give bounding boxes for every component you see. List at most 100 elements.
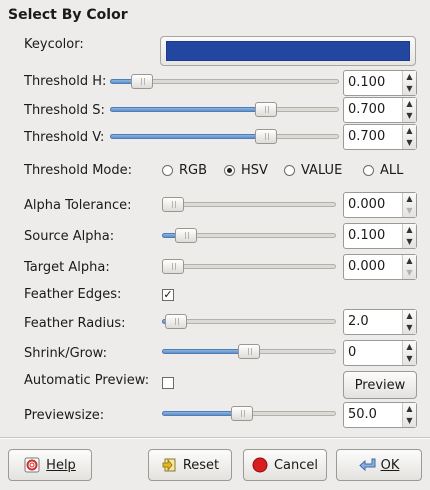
chevron-down-icon: ▼ (406, 268, 413, 277)
ok-button-label: OK (380, 457, 400, 473)
threshold-s-label: Threshold S: (24, 103, 105, 118)
slider-thumb[interactable] (175, 228, 197, 243)
slider-thumb[interactable] (255, 129, 277, 144)
chevron-down-icon[interactable]: ▼ (405, 237, 414, 247)
radio-label: VALUE (301, 163, 343, 178)
chevron-up-icon[interactable]: ▲ (405, 256, 414, 266)
slider-fill (110, 107, 266, 112)
alpha-tolerance-label: Alpha Tolerance: (24, 198, 132, 213)
slider-thumb[interactable] (162, 259, 184, 274)
chevron-up-icon[interactable]: ▲ (405, 342, 414, 352)
slider-thumb[interactable] (131, 74, 153, 89)
keycolor-swatch (166, 41, 410, 61)
chevron-up-icon[interactable]: ▲ (405, 99, 414, 109)
spinbox-value[interactable]: 2.0 (348, 314, 369, 329)
alpha-tolerance-spinbox[interactable]: 0.000 ▲ ▼ (343, 192, 417, 218)
spinbox-value[interactable]: 0 (348, 345, 356, 360)
threshold-h-slider[interactable] (110, 70, 339, 96)
shrink-grow-slider[interactable] (162, 340, 336, 366)
separator (0, 437, 430, 439)
automatic-preview-checkbox[interactable] (162, 377, 174, 389)
slider-fill (110, 134, 266, 139)
reset-icon (161, 457, 177, 473)
chevron-down-icon[interactable]: ▼ (405, 416, 414, 426)
spinbox-value[interactable]: 0.100 (348, 228, 385, 243)
radio-label: RGB (179, 163, 208, 178)
shrink-grow-spinbox[interactable]: 0 ▲ ▼ (343, 340, 417, 366)
spinbox-value[interactable]: 0.700 (348, 129, 385, 144)
feather-radius-label: Feather Radius: (24, 316, 126, 331)
slider-trough (162, 264, 336, 269)
target-alpha-label: Target Alpha: (24, 260, 110, 275)
cancel-icon (252, 457, 268, 473)
target-alpha-slider[interactable] (162, 255, 336, 281)
chevron-down-icon[interactable]: ▼ (405, 323, 414, 333)
threshold-mode-label: Threshold Mode: (24, 163, 132, 178)
threshold-h-label: Threshold H: (24, 74, 107, 89)
slider-fill (162, 411, 242, 416)
reset-button[interactable]: Reset (148, 449, 232, 481)
reset-button-label: Reset (182, 457, 220, 473)
previewsize-label: Previewsize: (24, 408, 105, 423)
preview-button[interactable]: Preview (343, 371, 417, 399)
source-alpha-slider[interactable] (162, 224, 336, 250)
radio-dot-icon[interactable] (224, 165, 235, 176)
radio-rgb[interactable]: RGB (162, 163, 207, 178)
slider-thumb[interactable] (162, 197, 184, 212)
shrink-grow-label: Shrink/Grow: (24, 346, 107, 361)
chevron-up-icon[interactable]: ▲ (405, 311, 414, 321)
threshold-h-spinbox[interactable]: 0.100 ▲ ▼ (343, 70, 417, 96)
threshold-v-spinbox[interactable]: 0.700 ▲ ▼ (343, 124, 417, 150)
spinbox-value[interactable]: 0.000 (348, 259, 385, 274)
radio-hsv[interactable]: HSV (224, 163, 268, 178)
automatic-preview-label: Automatic Preview: (24, 373, 150, 388)
chevron-up-icon[interactable]: ▲ (405, 404, 414, 414)
chevron-up-icon[interactable]: ▲ (405, 72, 414, 82)
chevron-down-icon: ▼ (406, 206, 413, 215)
radio-all[interactable]: ALL (363, 163, 403, 178)
chevron-up-icon[interactable]: ▲ (405, 225, 414, 235)
threshold-s-slider[interactable] (110, 98, 339, 124)
keycolor-button[interactable] (160, 36, 416, 66)
radio-value[interactable]: VALUE (284, 163, 342, 178)
feather-edges-label: Feather Edges: (24, 287, 122, 302)
chevron-up-icon[interactable]: ▲ (405, 126, 414, 136)
alpha-tolerance-slider[interactable] (162, 193, 336, 219)
feather-radius-slider[interactable] (162, 310, 336, 336)
spinbox-value[interactable]: 0.100 (348, 75, 385, 90)
keycolor-label: Keycolor: (24, 37, 84, 52)
cancel-button[interactable]: Cancel (243, 449, 327, 481)
spinbox-value[interactable]: 0.000 (348, 197, 385, 212)
cancel-button-label: Cancel (273, 457, 319, 473)
slider-thumb[interactable] (255, 102, 277, 117)
source-alpha-spinbox[interactable]: 0.100 ▲ ▼ (343, 223, 417, 249)
radio-dot-icon[interactable] (284, 165, 295, 176)
chevron-down-icon[interactable]: ▼ (405, 138, 414, 148)
spinbox-value[interactable]: 50.0 (348, 407, 377, 422)
help-button[interactable]: Help (8, 449, 92, 481)
spinbox-value[interactable]: 0.700 (348, 102, 385, 117)
slider-trough (162, 202, 336, 207)
previewsize-slider[interactable] (162, 402, 336, 428)
radio-dot-icon[interactable] (363, 165, 374, 176)
feather-edges-checkbox[interactable]: ✓ (162, 289, 174, 301)
chevron-down-icon[interactable]: ▼ (405, 354, 414, 364)
radio-label: ALL (380, 163, 404, 178)
threshold-s-spinbox[interactable]: 0.700 ▲ ▼ (343, 97, 417, 123)
help-icon (24, 457, 40, 473)
chevron-up-icon[interactable]: ▲ (405, 194, 414, 204)
threshold-v-slider[interactable] (110, 125, 339, 151)
slider-thumb[interactable] (238, 344, 260, 359)
slider-thumb[interactable] (165, 314, 187, 329)
slider-trough (162, 319, 336, 324)
target-alpha-spinbox[interactable]: 0.000 ▲ ▼ (343, 254, 417, 280)
chevron-down-icon[interactable]: ▼ (405, 111, 414, 121)
radio-dot-icon[interactable] (162, 165, 173, 176)
chevron-down-icon[interactable]: ▼ (405, 84, 414, 94)
ok-button[interactable]: OK (336, 449, 422, 481)
feather-radius-spinbox[interactable]: 2.0 ▲ ▼ (343, 309, 417, 335)
previewsize-spinbox[interactable]: 50.0 ▲ ▼ (343, 402, 417, 428)
radio-label: HSV (241, 163, 268, 178)
enter-icon (358, 457, 376, 473)
slider-thumb[interactable] (231, 406, 253, 421)
